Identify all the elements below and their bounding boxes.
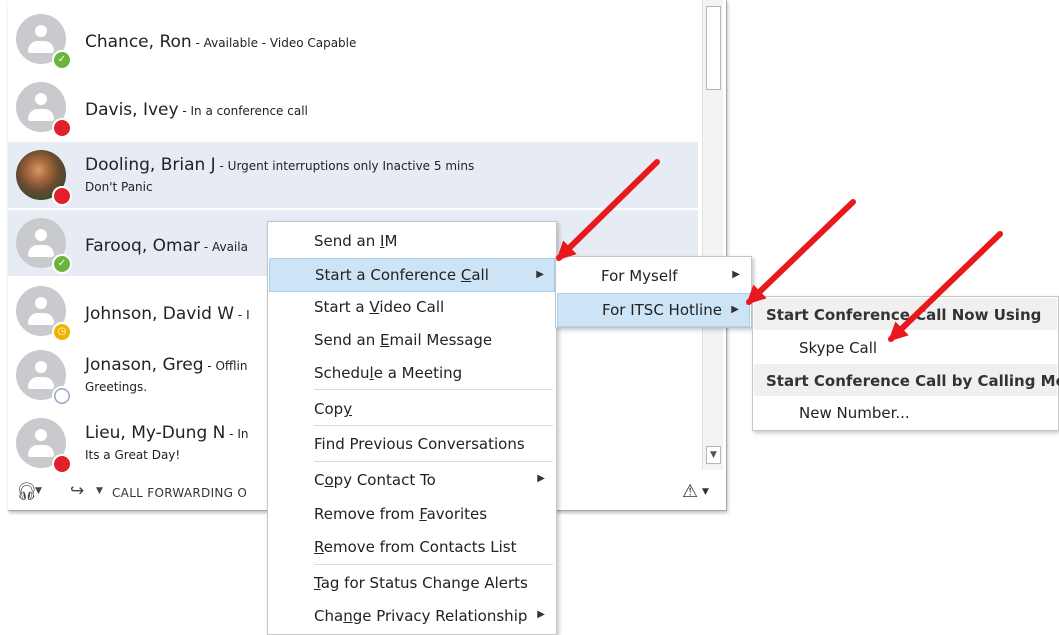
menu-separator [314,389,553,390]
scroll-down-icon[interactable]: ▼ [706,446,721,464]
contact-note: Greetings. [85,380,148,394]
contact-status: - Urgent interruptions only Inactive 5 m… [215,159,475,173]
contact-note: Don't Panic [85,180,153,194]
chevron-right-icon: ▶ [732,269,740,280]
menu-separator [314,564,553,565]
contact-status: - Offlin [203,359,248,373]
presence-offline-icon [52,386,72,406]
menu-item-copy[interactable]: Copy [269,392,555,426]
scrollbar-thumb[interactable] [706,6,721,90]
chevron-right-icon: ▶ [731,304,739,315]
menu-separator [314,425,553,426]
contact-note: Its a Great Day! [85,448,181,462]
menu-item-tag-status-alerts[interactable]: Tag for Status Change Alerts [269,566,555,600]
menu-item-schedule-meeting[interactable]: Schedule a Meeting [269,356,555,390]
contact-row[interactable]: ✓ Chance, Ron - Available - Video Capabl… [8,6,698,72]
contact-name: Dooling, Brian J - Urgent interruptions … [85,155,475,175]
menu-item-send-email[interactable]: Send an Email Message [269,323,555,357]
menu-item-start-conference-call[interactable]: Start a Conference Call ▶ [269,258,555,292]
contact-name: Davis, Ivey - In a conference call [85,100,308,120]
menu-item-find-previous-conversations[interactable]: Find Previous Conversations [269,427,555,461]
presence-busy-icon [52,186,72,206]
contact-row[interactable]: Dooling, Brian J - Urgent interruptions … [8,142,698,208]
menu-header-conference-now: Start Conference Call Now Using [754,298,1057,330]
contact-status: - I [234,308,250,322]
contact-name: Lieu, My-Dung N - In [85,423,249,443]
chevron-right-icon: ▶ [537,473,545,484]
menu-header-calling-me-at: Start Conference Call by Calling Me At [754,364,1059,396]
presence-available-icon: ✓ [52,254,72,274]
menu-item-start-video-call[interactable]: Start a Video Call [269,290,555,324]
chevron-right-icon: ▶ [537,609,545,620]
chevron-down-icon[interactable]: ▼ [96,486,103,496]
presence-away-icon: ◷ [52,322,72,342]
menu-separator [314,461,553,462]
presence-busy-icon [52,118,72,138]
menu-item-skype-call[interactable]: Skype Call [754,331,1057,363]
call-forwarding-status[interactable]: CALL FORWARDING O [112,486,247,500]
contact-name: Chance, Ron - Available - Video Capable [85,32,357,52]
itsc-hotline-submenu: Start Conference Call Now Using Skype Ca… [752,296,1059,431]
contact-context-menu: Send an IM Start a Conference Call ▶ Star… [267,221,557,635]
contact-status: - Availa [200,240,248,254]
menu-item-remove-from-favorites[interactable]: Remove from Favorites [269,497,555,531]
chevron-right-icon: ▶ [536,269,544,280]
menu-item-for-myself[interactable]: For Myself ▶ [557,259,750,293]
presence-available-icon: ✓ [52,50,72,70]
contact-row[interactable]: Davis, Ivey - In a conference call [8,74,698,140]
menu-item-for-itsc-hotline[interactable]: For ITSC Hotline ▶ [557,293,750,327]
contact-name: Farooq, Omar - Availa [85,236,248,256]
chevron-down-icon[interactable]: ▼ [702,487,709,497]
menu-item-copy-contact-to[interactable]: Copy Contact To ▶ [269,463,555,497]
menu-item-change-privacy-relationship[interactable]: Change Privacy Relationship ▶ [269,599,555,633]
contact-name: Jonason, Greg - Offlin [85,355,248,375]
annotation-arrow [746,199,856,305]
menu-item-new-number[interactable]: New Number... [754,396,1057,428]
warning-icon[interactable]: ⚠ [682,481,698,502]
call-forward-icon[interactable]: ↪ [70,481,84,501]
conference-call-submenu: For Myself ▶ For ITSC Hotline ▶ [555,256,752,328]
contact-status: - Available - Video Capable [191,36,357,50]
menu-item-send-im[interactable]: Send an IM [269,224,555,258]
presence-busy-icon [52,454,72,474]
contact-name: Johnson, David W - I [85,304,250,324]
chevron-down-icon[interactable]: ▼ [35,486,42,496]
scrollbar[interactable]: ▼ [702,0,723,470]
contact-status: - In [225,427,249,441]
contact-status: - In a conference call [178,104,308,118]
menu-item-remove-from-contacts[interactable]: Remove from Contacts List [269,530,555,564]
